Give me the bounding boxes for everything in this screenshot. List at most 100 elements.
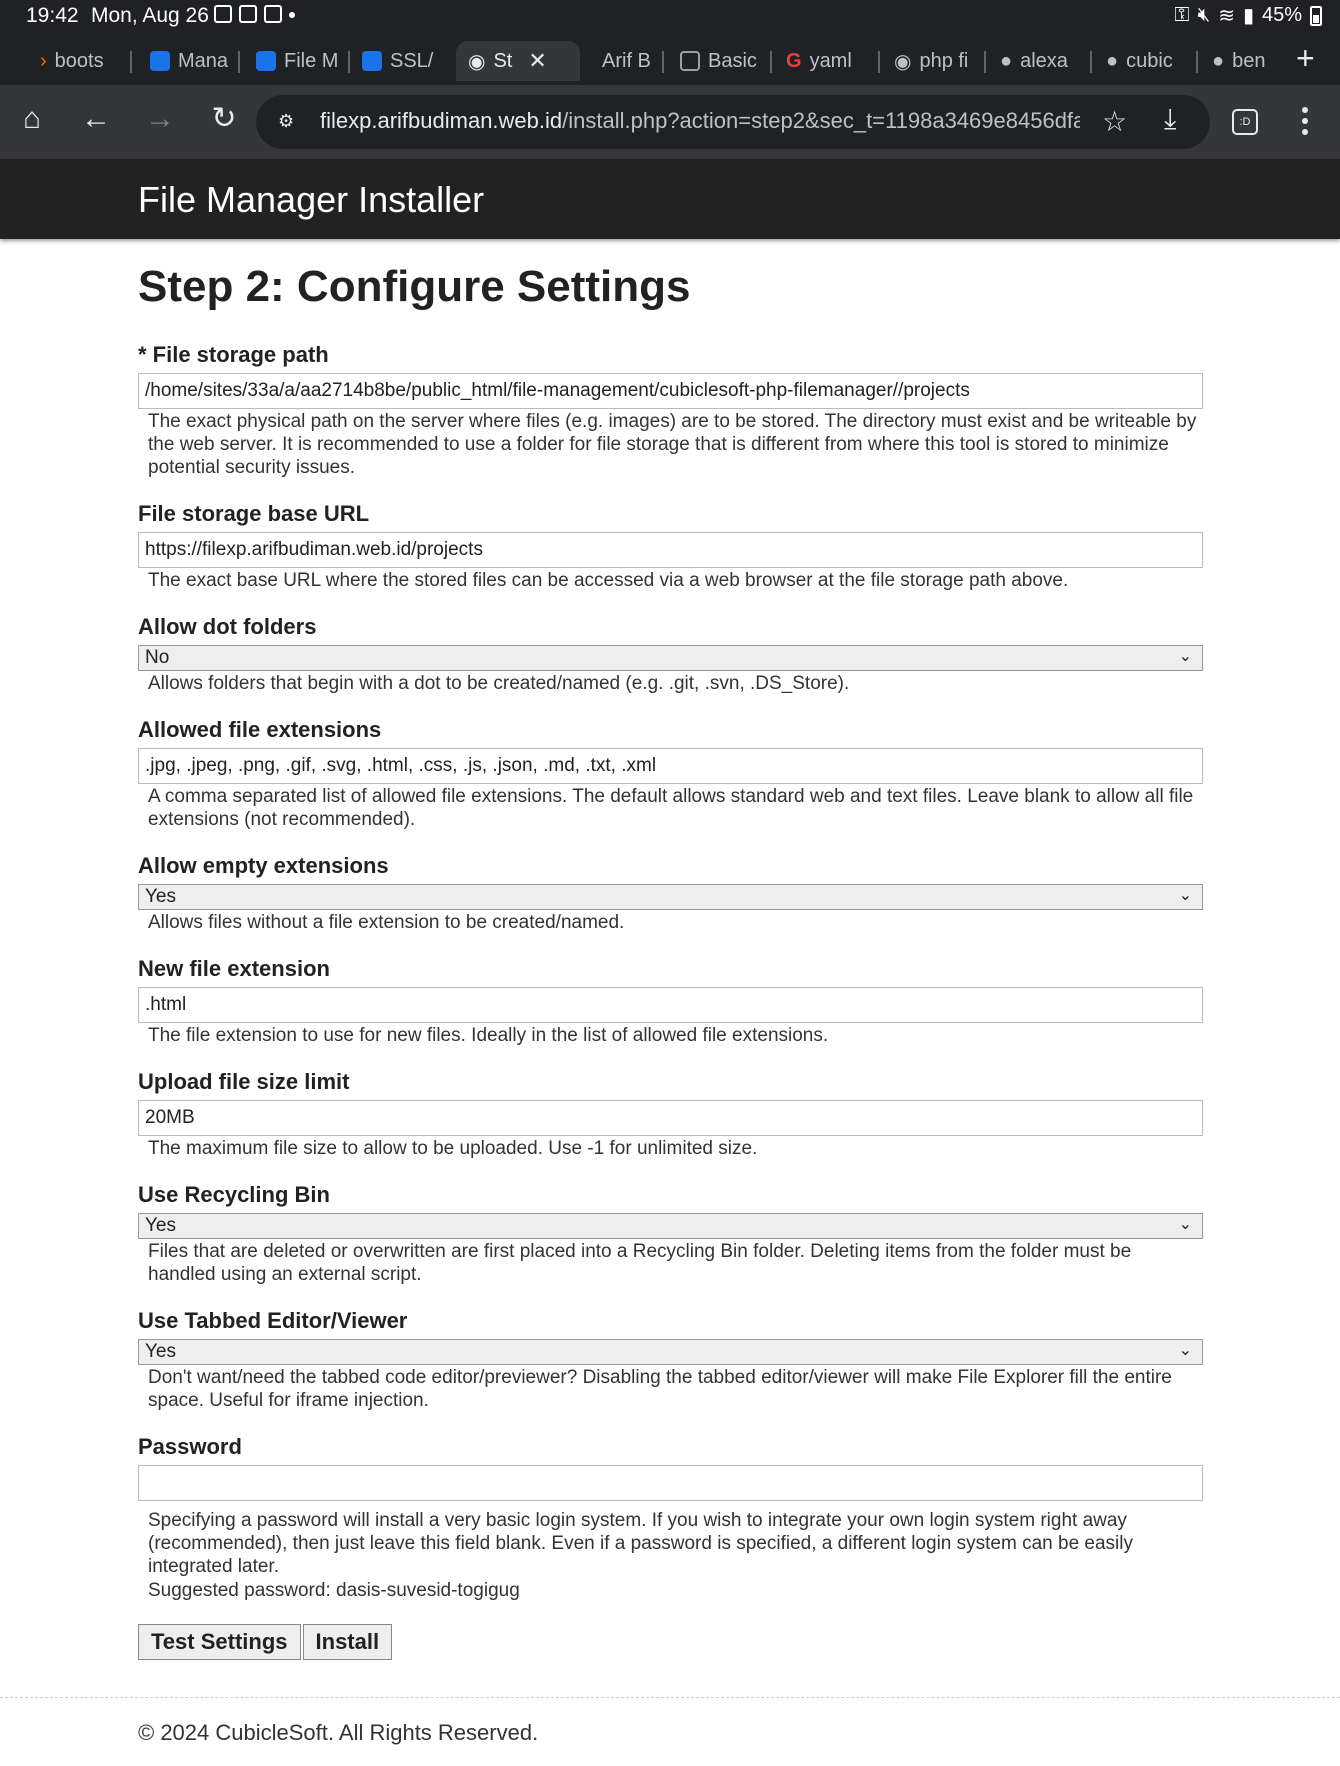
step-title: Step 2: Configure Settings — [138, 262, 691, 311]
browser-tab[interactable]: Mana — [150, 41, 240, 81]
url-host: filexp.arifbudiman.web.id — [320, 108, 563, 133]
install-button[interactable]: Install — [302, 1624, 393, 1660]
home-button[interactable]: ⌂ — [12, 99, 52, 139]
chevron-right-icon: › — [40, 49, 47, 72]
bookmark-star-icon[interactable]: ☆ — [1102, 105, 1127, 138]
tab-label: cubic — [1126, 49, 1173, 72]
battery-percent: 45% — [1261, 4, 1302, 26]
footer-divider — [0, 1697, 1340, 1698]
field-label: Allow empty extensions — [138, 853, 389, 878]
field-dot-folders: Allow dot folders No ⌄ Allows folders th… — [138, 614, 1203, 695]
field-storage-path: * File storage path /home/sites/33a/a/aa… — [138, 342, 1203, 479]
browser-tab-active[interactable]: ◉ St ✕ — [456, 41, 580, 81]
field-label: Use Recycling Bin — [138, 1182, 330, 1207]
status-time: 19:42 — [26, 4, 79, 27]
footer-copyright: © 2024 CubicleSoft. All Rights Reserved. — [138, 1720, 539, 1745]
system-icons: ⚿ 🔇︎ ≋ ▮ 45% — [1174, 3, 1322, 28]
tabbed-editor-select[interactable]: Yes ⌄ — [138, 1339, 1203, 1365]
browser-tab[interactable]: SSL/ — [362, 41, 444, 81]
browser-tab[interactable]: ● cubic — [1106, 41, 1198, 81]
address-bar[interactable]: ⚙ filexp.arifbudiman.web.id/install.php?… — [256, 95, 1210, 149]
field-empty-extensions: Allow empty extensions Yes ⌄ Allows file… — [138, 853, 1203, 934]
tab-label: St — [493, 49, 513, 72]
tab-label: Basic — [708, 49, 757, 72]
tab-label: boots — [54, 49, 104, 72]
close-tab-icon[interactable]: ✕ — [528, 48, 546, 74]
base-url-input[interactable]: https://filexp.arifbudiman.web.id/projec… — [138, 532, 1203, 568]
field-new-extension: New file extension .html The file extens… — [138, 956, 1203, 1047]
field-description: Allows folders that begin with a dot to … — [148, 673, 850, 694]
site-settings-icon[interactable]: ⚙ — [278, 111, 302, 133]
tab-label: yaml — [809, 49, 852, 72]
new-tab-button[interactable]: + — [1296, 40, 1315, 77]
chevron-down-icon: ⌄ — [1178, 648, 1192, 665]
chevron-down-icon: ⌄ — [1178, 1216, 1192, 1233]
field-label: Allowed file extensions — [138, 717, 382, 742]
field-description: The exact base URL where the stored file… — [148, 570, 1069, 591]
new-extension-input[interactable]: .html — [138, 987, 1203, 1023]
field-label: Upload file size limit — [138, 1069, 350, 1094]
field-description: Don't want/need the tabbed code editor/p… — [148, 1367, 1172, 1411]
storage-path-input[interactable]: /home/sites/33a/a/aa2714b8be/public_html… — [138, 373, 1203, 409]
app-icon — [362, 51, 382, 71]
browser-toolbar: ⌂ ← → ↻ ⚙ filexp.arifbudiman.web.id/inst… — [0, 85, 1340, 159]
test-settings-button[interactable]: Test Settings — [138, 1624, 301, 1660]
password-input[interactable] — [138, 1465, 1203, 1501]
reload-button[interactable]: ↻ — [204, 99, 244, 139]
url-text[interactable]: filexp.arifbudiman.web.id/install.php?ac… — [320, 108, 1080, 134]
browser-tab[interactable]: Basic — [680, 41, 772, 81]
download-icon[interactable]: ⤓ — [1164, 103, 1176, 136]
markdown-icon — [680, 51, 700, 71]
browser-tab[interactable]: Arif B — [602, 41, 664, 81]
chevron-down-icon: ⌄ — [1178, 1342, 1192, 1359]
tab-label: php fi — [919, 49, 969, 72]
browser-menu-button[interactable] — [1302, 107, 1308, 135]
page-header: File Manager Installer — [0, 159, 1340, 239]
browser-tab[interactable]: G yaml — [786, 41, 880, 81]
mute-icon: 🔇︎ — [1197, 4, 1211, 26]
status-date: Mon, Aug 26 — [91, 4, 209, 27]
app-icon — [150, 51, 170, 71]
globe-icon: ◉ — [468, 50, 486, 73]
field-description: Allows files without a file extension to… — [148, 912, 625, 933]
browser-tab[interactable]: ◉ php fi — [894, 41, 986, 81]
browser-tab[interactable]: › boots — [40, 41, 132, 81]
news-notification-icon — [239, 5, 257, 23]
field-label: Password — [138, 1434, 242, 1459]
battery-icon — [1310, 5, 1322, 26]
dot-folders-select[interactable]: No ⌄ — [138, 645, 1203, 671]
notification-icons — [214, 5, 295, 23]
browser-tab[interactable]: ● alexa — [1000, 41, 1092, 81]
tab-label: alexa — [1020, 49, 1068, 72]
field-extensions: Allowed file extensions .jpg, .jpeg, .pn… — [138, 717, 1203, 831]
url-path: /install.php?action=step2&sec_t=1198a346… — [562, 108, 1080, 133]
upload-limit-input[interactable]: 20MB — [138, 1100, 1203, 1136]
select-value: No — [145, 647, 170, 668]
signal-icon: ▮ — [1242, 5, 1254, 27]
tab-label: Mana — [178, 49, 229, 72]
back-button[interactable]: ← — [76, 99, 116, 139]
field-description: The file extension to use for new files.… — [148, 1025, 829, 1046]
browser-tab[interactable]: File M — [256, 41, 350, 81]
installer-form: Step 2: Configure Settings * File storag… — [138, 262, 1203, 1660]
tab-label: Arif B — [602, 49, 651, 72]
field-recycling-bin: Use Recycling Bin Yes ⌄ Files that are d… — [138, 1182, 1203, 1286]
extensions-input[interactable]: .jpg, .jpeg, .png, .gif, .svg, .html, .c… — [138, 748, 1203, 784]
forward-button[interactable]: → — [140, 99, 180, 139]
field-tabbed-editor: Use Tabbed Editor/Viewer Yes ⌄ Don't wan… — [138, 1308, 1203, 1412]
google-icon: G — [786, 49, 802, 72]
recycling-bin-select[interactable]: Yes ⌄ — [138, 1213, 1203, 1239]
browser-tab[interactable]: ● ben — [1212, 41, 1282, 81]
form-buttons: Test Settings Install — [138, 1624, 1203, 1660]
dex-mode-icon[interactable]: :D — [1232, 109, 1258, 135]
field-upload-limit: Upload file size limit 20MB The maximum … — [138, 1069, 1203, 1160]
field-description: A comma separated list of allowed file e… — [148, 786, 1194, 830]
status-bar: 19:42 Mon, Aug 26 ⚿ 🔇︎ ≋ ▮ 45% — [0, 0, 1340, 33]
vpn-key-icon: ⚿ — [1174, 4, 1190, 26]
field-description: The exact physical path on the server wh… — [148, 411, 1197, 478]
gallery-notification-icon — [214, 5, 232, 23]
field-label: * File storage path — [138, 342, 329, 367]
empty-extensions-select[interactable]: Yes ⌄ — [138, 884, 1203, 910]
field-base-url: File storage base URL https://filexp.ari… — [138, 501, 1203, 592]
github-icon: ● — [1106, 49, 1119, 72]
